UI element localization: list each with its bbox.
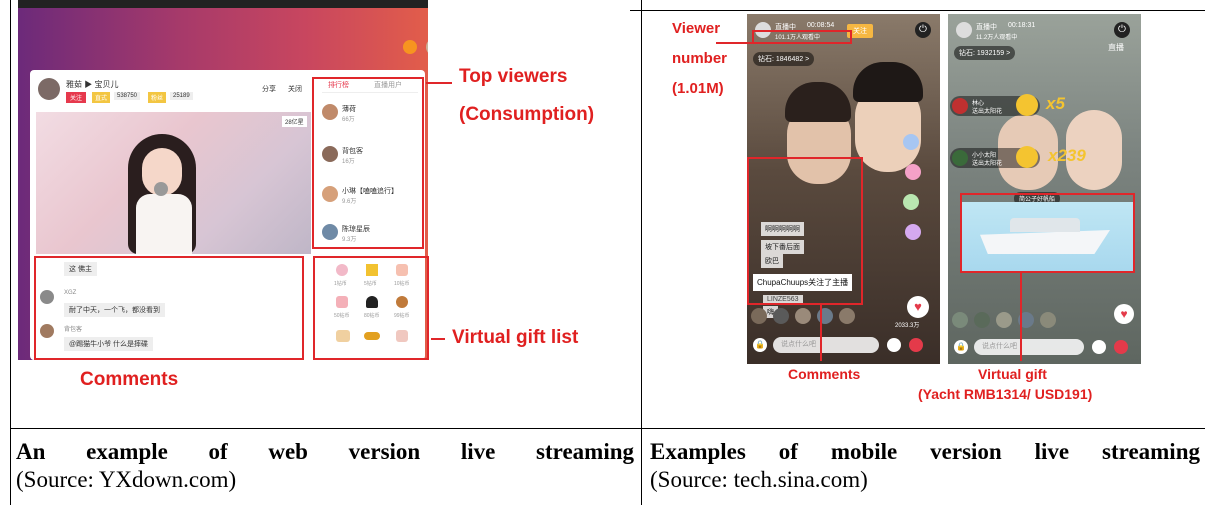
audience-avatar[interactable] bbox=[795, 308, 811, 324]
caption-right: Examples of mobile version live streamin… bbox=[650, 438, 1200, 494]
comments-box bbox=[34, 256, 304, 360]
like-total: 2033.3万 bbox=[895, 323, 920, 329]
power-icon[interactable]: ⏻ bbox=[1114, 22, 1130, 38]
gift-text: 送出太阳花 bbox=[972, 161, 1003, 167]
audience-avatar[interactable] bbox=[839, 308, 855, 324]
share-link[interactable]: 分享 bbox=[262, 84, 276, 94]
audience-avatar[interactable] bbox=[996, 312, 1012, 328]
audience-avatar[interactable] bbox=[952, 312, 968, 328]
comments-pointer bbox=[820, 305, 822, 361]
gift-list-box bbox=[313, 256, 429, 360]
diamond-count[interactable]: 钻石: 1846482 > bbox=[753, 52, 815, 66]
table-border-left bbox=[10, 0, 11, 505]
sunflower-icon bbox=[1016, 94, 1038, 116]
annotation-comments: Comments bbox=[80, 369, 179, 390]
power-icon[interactable]: ⏻ bbox=[915, 22, 931, 38]
audience-avatar[interactable] bbox=[974, 312, 990, 328]
annotation-yacht-price: (Yacht RMB1314/ USD191) bbox=[918, 386, 1093, 402]
audience-avatar[interactable] bbox=[1040, 312, 1056, 328]
lock-icon[interactable]: 🔒 bbox=[954, 340, 968, 354]
audience-avatar[interactable] bbox=[751, 308, 767, 324]
streamer-count: 538750 bbox=[114, 92, 141, 100]
phone-screen-2: 直播中 00:18:31 11.2万人观看中 ⏻ 钻石: 1932159 > 直… bbox=[948, 14, 1141, 364]
caption-right-title: Examples of mobile version live streamin… bbox=[650, 439, 1200, 464]
heart-icon bbox=[903, 134, 919, 150]
live-time: 00:08:54 bbox=[807, 22, 835, 29]
viewer-count-arrow bbox=[716, 42, 754, 44]
like-icon[interactable]: ♥ bbox=[1114, 304, 1134, 324]
audience-avatars bbox=[751, 308, 861, 326]
viewer-count: 11.2万人观看中 bbox=[976, 35, 1018, 41]
gift-multiplier: x239 bbox=[1048, 146, 1086, 165]
streamer-tag: 直式 bbox=[92, 92, 111, 103]
streamer-name: 雅茹 ▶ 宝贝儿 bbox=[66, 80, 119, 89]
heart-icon bbox=[905, 224, 921, 240]
fans-tag: 粉丝 bbox=[148, 92, 167, 103]
audience-avatars bbox=[952, 312, 1092, 330]
chat-input[interactable]: 说点什么吧 bbox=[974, 339, 1084, 355]
live-time: 00:18:31 bbox=[1008, 22, 1036, 29]
annotation-top-viewers: Top viewers bbox=[459, 66, 568, 87]
video-player[interactable]: 28亿星 bbox=[36, 112, 311, 254]
lock-icon[interactable]: 🔒 bbox=[753, 338, 767, 352]
video-badge: 28亿星 bbox=[282, 116, 307, 127]
gift-text: 送出太阳花 bbox=[972, 109, 1003, 115]
microphone bbox=[154, 182, 168, 196]
gift-sender-avatar bbox=[952, 150, 968, 166]
annotation-gift-list: Virtual gift list bbox=[452, 327, 579, 348]
top-viewers-box bbox=[312, 77, 424, 249]
annotation-consumption: (Consumption) bbox=[459, 104, 595, 125]
table-border-top-right bbox=[630, 10, 1205, 11]
floating-hearts bbox=[903, 134, 923, 254]
yacht-pointer bbox=[1020, 273, 1022, 361]
annotation-virtual-gift: Virtual gift bbox=[978, 366, 1047, 382]
follow-button[interactable]: 关注 bbox=[66, 92, 87, 103]
gift-multiplier: x5 bbox=[1046, 94, 1065, 113]
share-icon[interactable] bbox=[1092, 340, 1106, 354]
annotation-viewer-count: (1.01M) bbox=[672, 80, 724, 97]
gift-banner-1: 林心 送出太阳花 bbox=[950, 94, 1040, 116]
audience-avatar[interactable] bbox=[773, 308, 789, 324]
heart-icon bbox=[905, 164, 921, 180]
viewer-count-box bbox=[752, 30, 852, 44]
person-hair-right bbox=[853, 62, 923, 102]
caption-left-title: An example of web version live streaming bbox=[16, 439, 634, 464]
live-status: 直播中 bbox=[976, 24, 997, 31]
top-viewers-arrow bbox=[426, 82, 452, 84]
gift-icon[interactable] bbox=[1114, 340, 1128, 354]
annotation-number: number bbox=[672, 50, 728, 67]
diamond-count[interactable]: 钻石: 1932159 > bbox=[954, 46, 1016, 60]
sunflower-icon bbox=[1016, 146, 1038, 168]
yacht-gift-box bbox=[960, 193, 1135, 273]
phone-comments-box bbox=[747, 157, 863, 305]
caption-left-source: (Source: YXdown.com) bbox=[16, 467, 237, 492]
streamer-avatar[interactable] bbox=[38, 78, 60, 100]
gift-banner-2: 小小太阳 送出太阳花 bbox=[950, 146, 1040, 168]
top-label: 直播 bbox=[1108, 43, 1124, 52]
heart-icon bbox=[903, 194, 919, 210]
browser-bar bbox=[18, 0, 428, 8]
annotation-viewer: Viewer bbox=[672, 20, 721, 37]
share-icon[interactable] bbox=[887, 338, 901, 352]
figure-table: 雅茹 ▶ 宝贝儿 关注 直式 538750 粉丝 25189 分享 关闭 28亿… bbox=[0, 0, 1205, 505]
caption-left: An example of web version live streaming… bbox=[16, 438, 634, 494]
table-border-middle bbox=[641, 0, 642, 505]
gift-icon[interactable] bbox=[909, 338, 923, 352]
menu-icon[interactable] bbox=[403, 40, 417, 54]
gift-sender-avatar bbox=[952, 98, 968, 114]
annotation-comments-mobile: Comments bbox=[788, 366, 861, 382]
fans-count: 25189 bbox=[170, 92, 193, 100]
video-subject-body bbox=[136, 194, 192, 254]
host-avatar[interactable] bbox=[956, 22, 972, 38]
person-hair-left bbox=[785, 82, 851, 122]
table-border-row bbox=[10, 428, 1205, 429]
chat-input[interactable]: 说点什么吧 bbox=[773, 337, 879, 353]
like-icon[interactable]: ♥ bbox=[907, 296, 929, 318]
caption-right-source: (Source: tech.sina.com) bbox=[650, 467, 868, 492]
gift-list-arrow bbox=[431, 338, 445, 340]
close-link[interactable]: 关闭 bbox=[288, 84, 302, 94]
